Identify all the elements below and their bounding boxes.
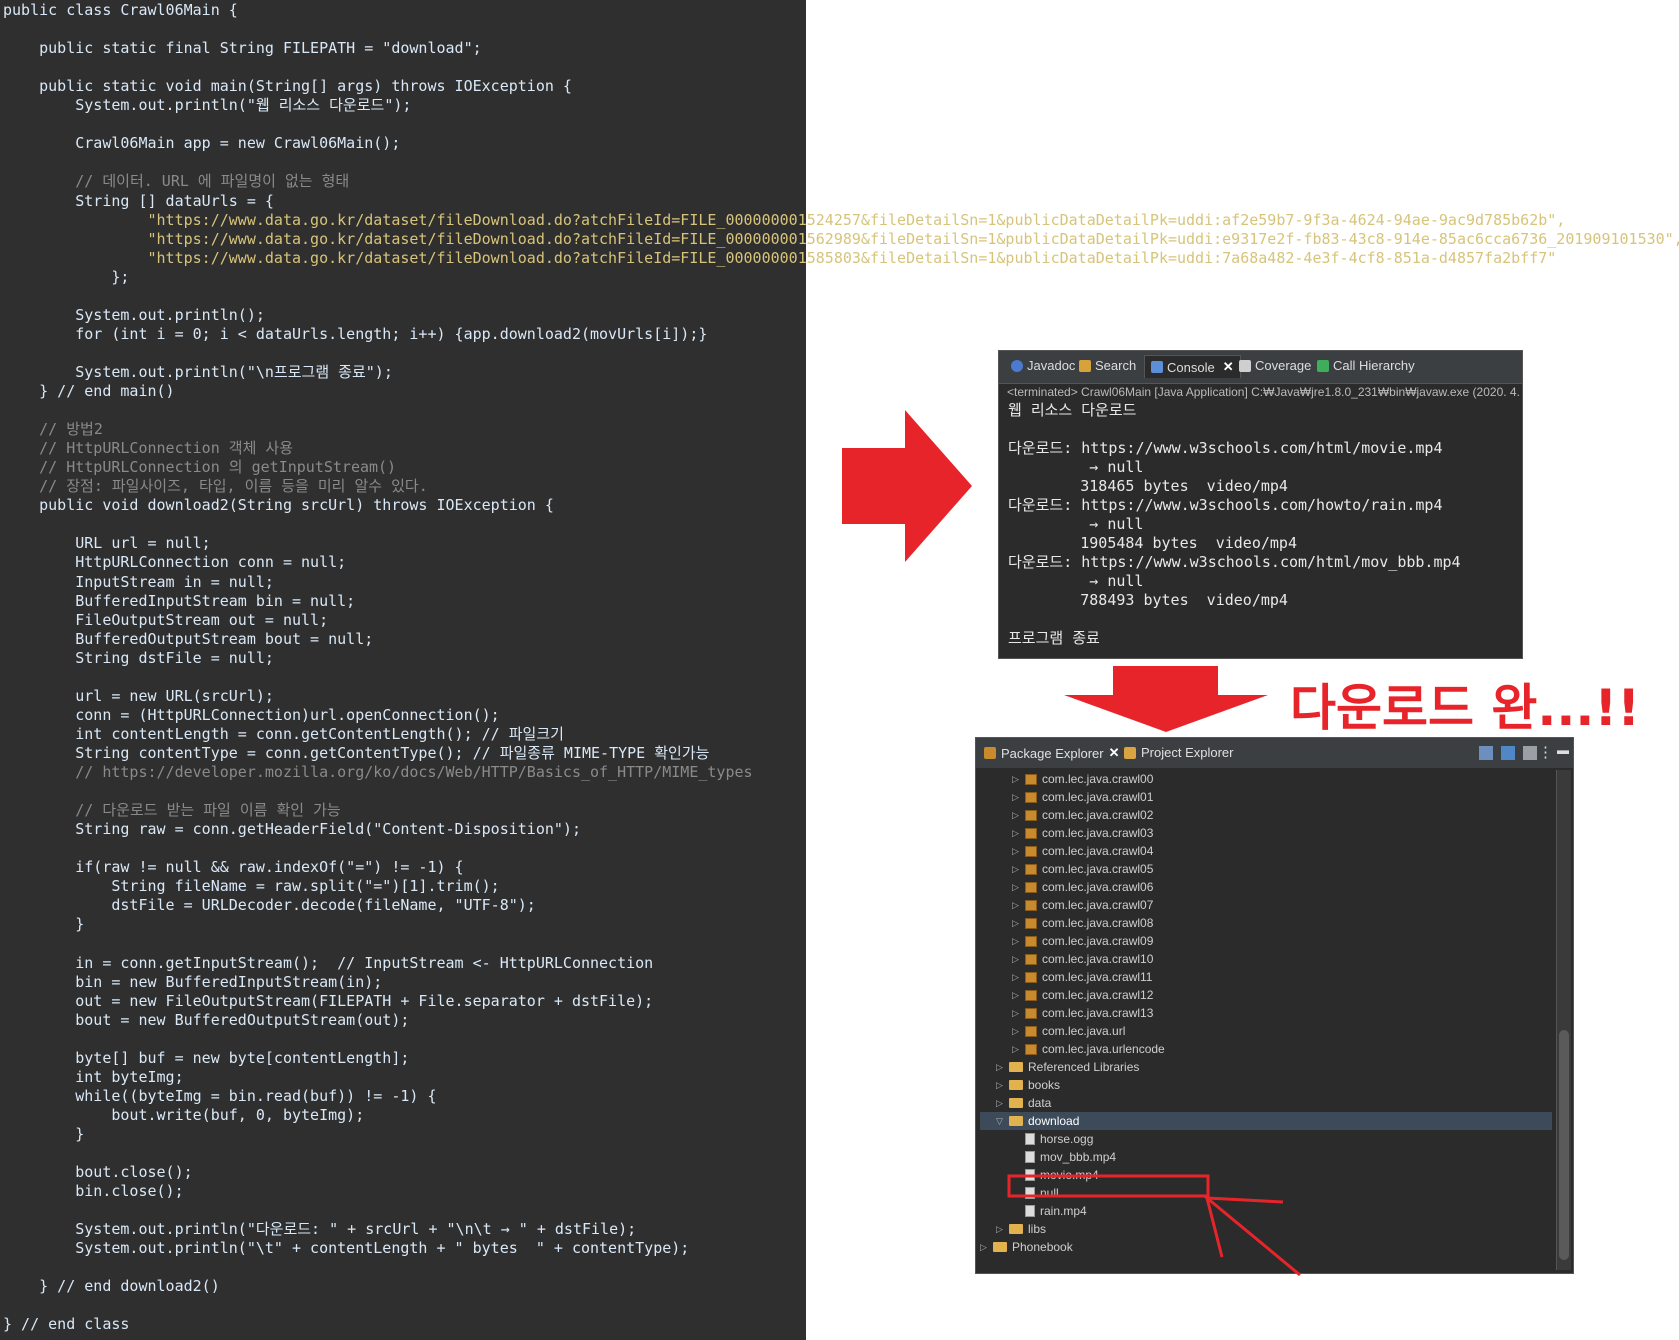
right-arrow-annotation <box>842 410 972 562</box>
highlight-box-annotation <box>1007 1174 1210 1198</box>
annotation-overlay <box>842 410 1301 1277</box>
pointer-arrow-annotation <box>1202 1196 1301 1277</box>
down-arrow-annotation <box>1064 666 1268 732</box>
